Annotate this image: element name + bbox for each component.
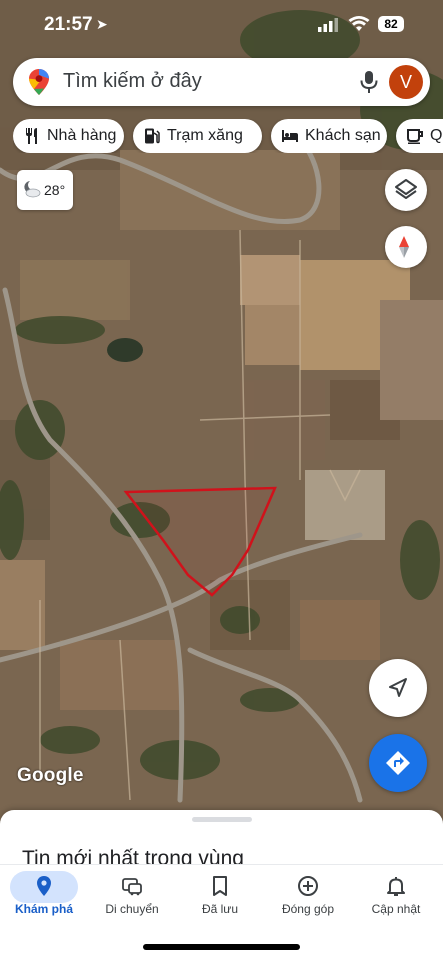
weather-temperature: 28° <box>44 182 66 198</box>
chip-label: Quá <box>430 127 443 144</box>
cellular-signal-icon <box>318 18 338 32</box>
google-attribution: Google <box>17 765 84 786</box>
search-bar[interactable]: Tìm kiếm ở đây V <box>13 58 430 106</box>
restaurant-icon <box>26 127 37 144</box>
chip-gas-stations[interactable]: Trạm xăng <box>133 119 262 153</box>
search-placeholder[interactable]: Tìm kiếm ở đây <box>63 70 202 93</box>
status-bar: 21:57 ➤ 82 <box>0 0 443 50</box>
chip-label: Khách sạn <box>305 127 381 144</box>
tab-contribute[interactable]: Đóng góp <box>264 869 352 927</box>
tab-saved[interactable]: Đã lưu <box>176 869 264 927</box>
cafe-icon <box>407 128 423 144</box>
category-chips: Nhà hàng Trạm xăng Khách sạn Quá <box>13 119 443 153</box>
chip-hotels[interactable]: Khách sạn <box>271 119 387 153</box>
directions-button[interactable] <box>369 734 427 792</box>
hotel-icon <box>282 129 298 142</box>
home-indicator <box>143 944 300 950</box>
google-maps-pin-icon <box>29 69 49 95</box>
chip-label: Nhà hàng <box>47 127 117 144</box>
status-time: 21:57 <box>44 14 93 35</box>
add-circle-icon <box>298 876 318 896</box>
avatar[interactable]: V <box>389 65 423 99</box>
tab-label: Khám phá <box>14 902 73 916</box>
tab-label: Đóng góp <box>281 902 335 916</box>
tab-label: Cập nhật <box>371 902 421 916</box>
sheet-drag-handle[interactable] <box>192 817 252 822</box>
battery-level: 82 <box>378 16 404 32</box>
my-location-button[interactable] <box>369 659 427 717</box>
tab-explore[interactable]: Khám phá <box>0 869 88 927</box>
chip-cafes[interactable]: Quá <box>396 119 443 153</box>
navigation-arrow-icon <box>389 678 407 697</box>
wifi-icon <box>348 16 370 31</box>
bookmark-icon <box>213 876 227 896</box>
tab-label: Di chuyển <box>105 902 159 916</box>
layers-icon <box>395 179 417 199</box>
location-arrow-icon: ➤ <box>96 16 108 32</box>
tab-updates[interactable]: Cập nhật <box>352 869 440 927</box>
tab-commute[interactable]: Di chuyển <box>88 869 176 927</box>
directions-icon <box>386 751 410 775</box>
explore-pin-icon <box>37 876 51 896</box>
layers-button[interactable] <box>385 169 427 211</box>
partly-cloudy-night-icon <box>24 181 41 198</box>
weather-badge[interactable]: 28° <box>17 170 73 210</box>
compass-button[interactable] <box>385 226 427 268</box>
commute-icon <box>122 878 142 896</box>
chip-label: Trạm xăng <box>167 127 243 144</box>
gas-station-icon <box>145 128 160 144</box>
chip-restaurants[interactable]: Nhà hàng <box>13 119 124 153</box>
bell-icon <box>387 877 405 896</box>
tab-label: Đã lưu <box>201 902 239 916</box>
microphone-icon[interactable] <box>359 70 379 94</box>
compass-icon <box>399 236 409 258</box>
